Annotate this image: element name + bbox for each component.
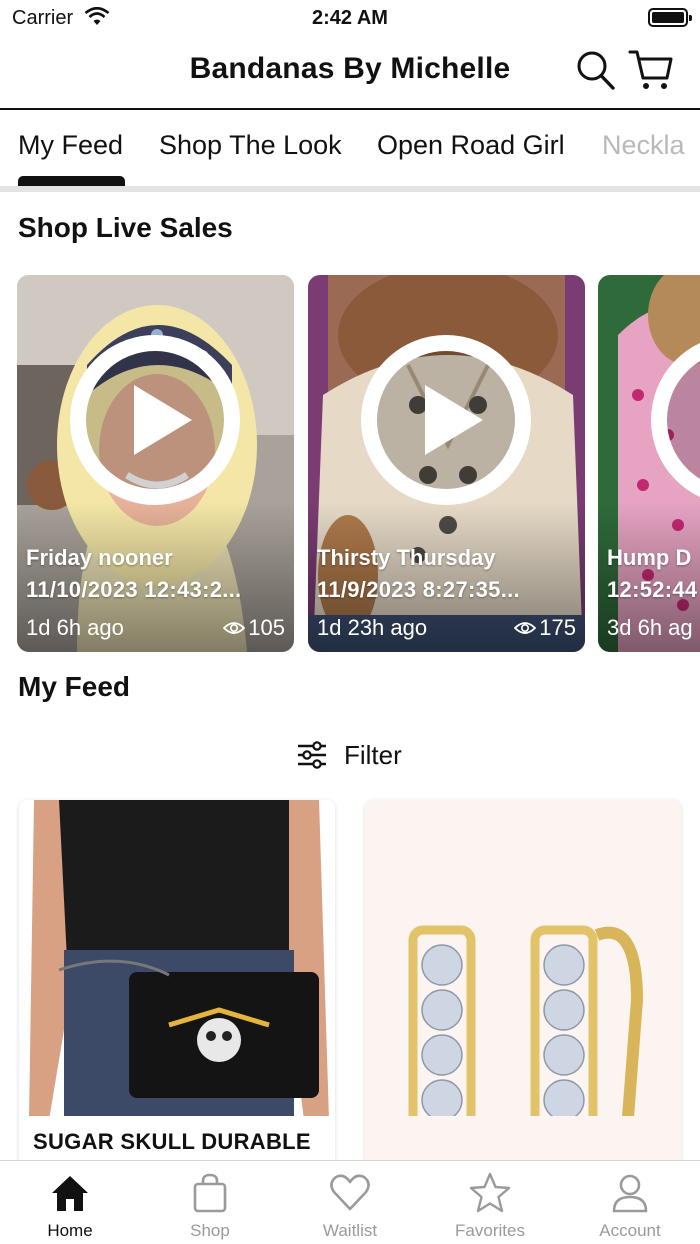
eye-icon (223, 622, 246, 634)
tab-necklaces[interactable]: Neckla (602, 130, 685, 161)
live-sale-age: 1d 6h ago (26, 615, 124, 640)
live-sales-carousel[interactable]: Friday nooner 11/10/2023 12:43:2... 1d 6… (0, 275, 700, 653)
live-sale-title: Friday nooner (26, 545, 173, 570)
app-header: Bandanas By Michelle (0, 36, 700, 110)
tabbar-home-label: Home (47, 1221, 93, 1240)
search-icon[interactable] (576, 50, 616, 92)
filter-button[interactable]: Filter (296, 735, 402, 775)
play-icon[interactable] (70, 335, 240, 505)
product-image (19, 800, 335, 1116)
live-sale-age: 3d 6h ag (607, 615, 693, 640)
live-sale-date: 12:52:44 (607, 577, 698, 602)
tab-shop-the-look[interactable]: Shop The Look (159, 130, 342, 161)
play-icon[interactable] (361, 335, 531, 505)
live-sale-age: 1d 23h ago (317, 615, 428, 640)
heart-icon (330, 1174, 370, 1211)
status-bar: Carrier 2:42 AM (0, 0, 700, 36)
live-sale-card[interactable]: Thirsty Thursday 11/9/2023 8:27:35... 1d… (308, 275, 585, 652)
tabbar-favorites-label: Favorites (455, 1221, 525, 1240)
tabbar-shop[interactable]: Shop (140, 1167, 280, 1244)
tab-open-road-girl[interactable]: Open Road Girl (377, 130, 565, 161)
view-count: 175 (514, 615, 576, 641)
bag-icon (193, 1173, 227, 1213)
view-count-value: 175 (539, 615, 576, 640)
sliders-icon (298, 741, 326, 769)
eye-icon (514, 622, 537, 634)
feed-heading: My Feed (18, 671, 131, 702)
clock-label: 2:42 AM (312, 7, 388, 29)
live-sale-date: 11/9/2023 8:27:35... (317, 577, 520, 602)
product-card[interactable]: SUGAR SKULL DURABLE (19, 800, 335, 1180)
category-tabs: My Feed Shop The Look Open Road Girl Nec… (0, 110, 700, 192)
live-sale-card[interactable]: Hump D 12:52:44 3d 6h ag (598, 275, 700, 652)
live-sale-date: 11/10/2023 12:43:2... (26, 577, 242, 602)
product-card[interactable] (365, 800, 681, 1180)
tabbar-home[interactable]: Home (0, 1167, 140, 1244)
tab-my-feed[interactable]: My Feed (18, 130, 123, 161)
live-sale-title: Thirsty Thursday (317, 545, 496, 570)
view-count-value: 105 (248, 615, 285, 640)
tabbar-waitlist-label: Waitlist (322, 1221, 378, 1240)
filter-label: Filter (344, 739, 402, 770)
product-name: SUGAR SKULL DURABLE (33, 1129, 311, 1154)
live-sale-card[interactable]: Friday nooner 11/10/2023 12:43:2... 1d 6… (17, 275, 294, 652)
tabbar-account[interactable]: Account (560, 1167, 700, 1244)
tabbar-waitlist[interactable]: Waitlist (280, 1167, 420, 1244)
view-count: 105 (223, 615, 285, 641)
live-sale-title: Hump D (607, 545, 692, 570)
battery-icon (648, 8, 692, 27)
product-image (365, 800, 681, 1116)
cart-icon[interactable] (628, 48, 674, 92)
bottom-tab-bar: Home Shop Waitlist Favorites Account (0, 1160, 700, 1244)
tabbar-account-label: Account (599, 1221, 661, 1240)
active-tab-indicator (18, 176, 125, 186)
star-icon (469, 1172, 511, 1213)
tabbar-favorites[interactable]: Favorites (420, 1167, 560, 1244)
home-icon (52, 1176, 88, 1211)
person-icon (612, 1174, 648, 1213)
tabbar-shop-label: Shop (190, 1221, 230, 1240)
live-sales-heading: Shop Live Sales (18, 212, 233, 243)
